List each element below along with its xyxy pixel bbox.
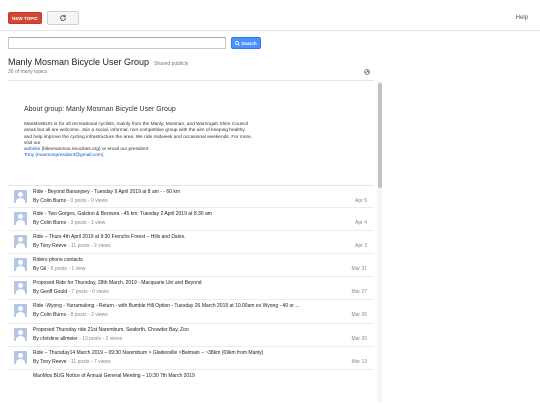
topic-title[interactable]: Ride – Thurs 4th April 2019 at 9:30 Fren… xyxy=(33,234,186,240)
president-contact[interactable]: Tony (manmospresident@gmail.com) xyxy=(24,153,104,158)
topic-row[interactable]: Ride -Wyong - Yarramalong - Return - wit… xyxy=(8,300,374,324)
topic-title[interactable]: Ride - Beyond Bananjoey - Tuesday 9 Apri… xyxy=(33,189,180,195)
refresh-icon xyxy=(60,14,66,21)
about-text: ManMosBUG is for all recreational cyclis… xyxy=(24,122,253,146)
topic-author: By Gil xyxy=(33,266,47,273)
topic-date: Apr 3 xyxy=(355,243,367,250)
topic-stats: - 11 posts - 2 views xyxy=(67,243,111,250)
topic-meta: By christine allmeier - 13 posts - 2 vie… xyxy=(33,336,122,342)
collapse-about-icon[interactable] xyxy=(364,69,370,75)
topic-title[interactable]: Ride - Two Gorges, Galston & Berowra - 4… xyxy=(33,211,212,217)
header-divider xyxy=(0,30,540,31)
topic-list: Ride - Beyond Bananjoey - Tuesday 9 Apri… xyxy=(8,185,374,393)
new-topic-button[interactable]: NEW TOPIC xyxy=(8,12,42,24)
topic-author: By Tony Reeve xyxy=(33,358,67,365)
topic-row[interactable]: Proposed Ride for Thursday, 28th March, … xyxy=(8,277,374,301)
topic-stats: - 11 posts - 7 views xyxy=(67,358,111,365)
visibility-label: Shared publicly xyxy=(154,61,189,67)
topic-date: Mar 26 xyxy=(351,312,367,319)
about-title: About group: Manly Mosman Bicycle User G… xyxy=(24,106,176,113)
topic-title[interactable]: Ride – Thursday14 March 2019 – 09:30 Nar… xyxy=(33,350,263,356)
about-description: ManMosBUG is for all recreational cyclis… xyxy=(24,122,254,160)
topic-count: 30 of many topics xyxy=(8,69,48,75)
avatar xyxy=(14,304,27,318)
topic-date: Apr 4 xyxy=(355,220,367,227)
topic-row[interactable]: Ride - Two Gorges, Galston & Berowra - 4… xyxy=(8,208,374,232)
website-url: (bikemanmos.neocities.org) or email our … xyxy=(41,147,149,153)
refresh-button[interactable] xyxy=(47,11,79,25)
topic-meta: By Gil - 6 posts - 1 view xyxy=(33,266,86,272)
topic-meta: By Colin Burns - 3 posts - 1 view xyxy=(33,220,105,226)
group-title: Manly Mosman Bicycle User Group Shared pu… xyxy=(8,57,188,67)
topic-author: By Colin Burns xyxy=(33,312,67,319)
topic-stats: - 6 posts - 1 view xyxy=(47,266,86,273)
search-icon xyxy=(235,40,241,46)
topic-stats: - 0 posts - 0 views xyxy=(67,198,108,204)
help-link[interactable]: Help xyxy=(516,15,528,21)
topic-author: By Colin Burns xyxy=(33,220,67,227)
topic-meta: By Tony Reeve - 11 posts - 2 views xyxy=(33,243,111,249)
avatar xyxy=(14,212,27,226)
topic-stats: - 13 posts - 2 views xyxy=(79,335,123,342)
topic-date: Mar 27 xyxy=(351,289,367,296)
topic-author: By christine allmeier xyxy=(33,335,78,342)
topic-date: Mar 13 xyxy=(351,358,367,365)
website-link[interactable]: website xyxy=(24,147,40,152)
avatar xyxy=(14,281,27,295)
topic-date: Mar 31 xyxy=(351,266,367,273)
topic-meta: By Colin Burns - 8 posts - 2 views xyxy=(33,312,108,318)
avatar xyxy=(14,235,27,249)
topic-date: Apr 5 xyxy=(355,198,367,204)
avatar xyxy=(14,350,27,364)
topic-date: Mar 20 xyxy=(351,335,367,342)
topic-title[interactable]: Riders phone contacts xyxy=(33,257,83,263)
avatar xyxy=(14,327,27,341)
topic-row[interactable]: Ride – Thursday14 March 2019 – 09:30 Nar… xyxy=(8,347,374,370)
topic-title[interactable]: ManMos BUG Notice of Annual General Meet… xyxy=(33,373,195,379)
group-name: Manly Mosman Bicycle User Group xyxy=(8,57,150,67)
topic-row[interactable]: Riders phone contacts By Gil - 6 posts -… xyxy=(8,254,374,278)
topic-row[interactable]: Ride - Beyond Bananjoey - Tuesday 9 Apri… xyxy=(8,185,374,209)
avatar xyxy=(14,190,27,203)
topic-stats: - 3 posts - 1 view xyxy=(67,220,106,227)
topic-author: By Tony Reeve xyxy=(33,243,67,250)
search-input[interactable] xyxy=(8,37,226,49)
topic-row[interactable]: ManMos BUG Notice of Annual General Meet… xyxy=(8,370,374,393)
topic-meta: By Geoff Gould - 7 posts - 0 views xyxy=(33,289,109,295)
scrollbar-thumb[interactable] xyxy=(377,83,382,188)
topic-author: By Geoff Gould xyxy=(33,289,68,296)
topic-meta: By Colin Burns - 0 posts - 0 views xyxy=(33,198,108,204)
topic-row[interactable]: Proposed Thursday ride 21st Narembum, Se… xyxy=(8,324,374,347)
avatar xyxy=(14,258,27,272)
topic-stats: - 7 posts - 0 views xyxy=(68,289,109,296)
search-button[interactable]: Search xyxy=(231,37,261,49)
about-section: About group: Manly Mosman Bicycle User G… xyxy=(24,106,254,160)
topic-meta: By Tony Reeve - 11 posts - 7 views xyxy=(33,359,111,365)
topic-title[interactable]: Ride -Wyong - Yarramalong - Return - wit… xyxy=(33,303,300,309)
topic-title[interactable]: Proposed Thursday ride 21st Narembum, Se… xyxy=(33,327,189,333)
topic-row[interactable]: Ride – Thurs 4th April 2019 at 9:30 Fren… xyxy=(8,231,374,255)
search-button-label: Search xyxy=(241,40,257,46)
topic-author: By Colin Burns xyxy=(33,198,67,204)
topic-stats: - 8 posts - 2 views xyxy=(67,312,108,319)
topic-title[interactable]: Proposed Ride for Thursday, 28th March, … xyxy=(33,280,202,286)
